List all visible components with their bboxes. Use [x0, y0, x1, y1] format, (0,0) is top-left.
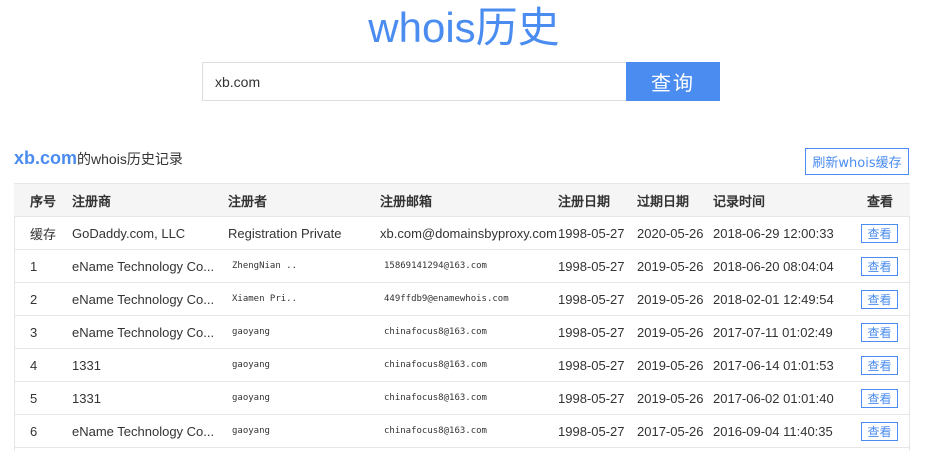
cell-reg-date: 1998-05-27	[558, 315, 637, 349]
cell-registrar: eName Technology Co...	[72, 249, 228, 283]
cell-reg-date: 1998-05-27	[558, 249, 637, 283]
cell-no: 缓存	[14, 216, 72, 250]
cell-record-time: 2017-06-14 01:01:53	[713, 348, 850, 382]
cell-registrar: 1331	[72, 381, 228, 415]
section-domain: xb.com	[14, 148, 78, 168]
cell-reg-date: 1998-05-27	[558, 381, 637, 415]
table-row: 2 eName Technology Co... Xiamen Pri.. 44…	[14, 282, 910, 316]
cell-record-time: 2016-09-04 11:40:35	[713, 414, 850, 448]
table-row: 缓存 GoDaddy.com, LLC Registration Private…	[14, 216, 910, 250]
cell-reg-date: 1998-05-27	[558, 282, 637, 316]
cell-exp-date: 2019-05-26	[637, 315, 713, 349]
cell-registrant[interactable]: ZhengNian ..	[228, 249, 380, 283]
cell-no: 3	[14, 315, 72, 349]
column-header-no: 序号	[14, 183, 72, 217]
table-row: 6 eName Technology Co... gaoyang chinafo…	[14, 414, 910, 448]
cell-registrant[interactable]: gaoyang	[228, 315, 380, 349]
column-header-email: 注册邮箱	[380, 183, 558, 217]
view-button[interactable]: 查看	[861, 421, 898, 441]
table-row: 1 eName Technology Co... ZhengNian .. 15…	[14, 249, 910, 283]
cell-registrar: eName Technology Co...	[72, 315, 228, 349]
cell-view: 查看	[850, 216, 910, 250]
whois-history-table: 序号 注册商 注册者 注册邮箱 注册日期 过期日期 记录时间 查看 缓存 GoD…	[14, 183, 910, 448]
cell-no: 6	[14, 414, 72, 448]
cell-registrar: 1331	[72, 348, 228, 382]
cell-registrant: Registration Private	[228, 216, 380, 250]
search-bar: 查询	[202, 62, 720, 101]
cell-registrant[interactable]: Xiamen Pri..	[228, 282, 380, 316]
cell-record-time: 2018-06-29 12:00:33	[713, 216, 850, 250]
cell-registrar: eName Technology Co...	[72, 282, 228, 316]
cell-record-time: 2017-06-02 01:01:40	[713, 381, 850, 415]
view-button[interactable]: 查看	[861, 388, 898, 408]
cell-exp-date: 2019-05-26	[637, 381, 713, 415]
cell-view: 查看	[850, 249, 910, 283]
section-suffix: 的whois历史记录	[77, 151, 183, 167]
cell-view: 查看	[850, 282, 910, 316]
cell-email[interactable]: chinafocus8@163.com	[380, 348, 558, 382]
cell-email[interactable]: chinafocus8@163.com	[380, 414, 558, 448]
cell-view: 查看	[850, 414, 910, 448]
cell-exp-date: 2019-05-26	[637, 348, 713, 382]
view-button[interactable]: 查看	[861, 355, 898, 375]
cell-exp-date: 2017-05-26	[637, 414, 713, 448]
table-row: 3 eName Technology Co... gaoyang chinafo…	[14, 315, 910, 349]
table-row: 5 1331 gaoyang chinafocus8@163.com 1998-…	[14, 381, 910, 415]
cell-reg-date: 1998-05-27	[558, 216, 637, 250]
page-title: whois历史	[368, 4, 560, 51]
cell-email[interactable]: chinafocus8@163.com	[380, 315, 558, 349]
column-header-exp-date: 过期日期	[637, 183, 713, 217]
search-input[interactable]	[202, 62, 627, 101]
cell-no: 2	[14, 282, 72, 316]
table-row: 4 1331 gaoyang chinafocus8@163.com 1998-…	[14, 348, 910, 382]
cell-registrant[interactable]: gaoyang	[228, 381, 380, 415]
cell-exp-date: 2020-05-26	[637, 216, 713, 250]
cell-no: 1	[14, 249, 72, 283]
cell-registrar: eName Technology Co...	[72, 414, 228, 448]
refresh-cache-button[interactable]: 刷新whois缓存	[805, 148, 909, 175]
column-header-record-time: 记录时间	[713, 183, 850, 217]
column-header-registrar: 注册商	[72, 183, 228, 217]
cell-no: 5	[14, 381, 72, 415]
cell-view: 查看	[850, 315, 910, 349]
cell-view: 查看	[850, 348, 910, 382]
cell-email[interactable]: 449ffdb9@enamewhois.com	[380, 282, 558, 316]
cell-email[interactable]: chinafocus8@163.com	[380, 381, 558, 415]
column-header-reg-date: 注册日期	[558, 183, 637, 217]
column-header-view: 查看	[850, 183, 910, 217]
search-button[interactable]: 查询	[626, 62, 720, 101]
table-header-row: 序号 注册商 注册者 注册邮箱 注册日期 过期日期 记录时间 查看	[14, 183, 910, 217]
cell-exp-date: 2019-05-26	[637, 282, 713, 316]
cell-registrant[interactable]: gaoyang	[228, 348, 380, 382]
cell-view: 查看	[850, 381, 910, 415]
cell-registrant[interactable]: gaoyang	[228, 414, 380, 448]
view-button[interactable]: 查看	[861, 322, 898, 342]
cell-exp-date: 2019-05-26	[637, 249, 713, 283]
cell-reg-date: 1998-05-27	[558, 414, 637, 448]
view-button[interactable]: 查看	[861, 289, 898, 309]
cell-record-time: 2018-02-01 12:49:54	[713, 282, 850, 316]
view-button[interactable]: 查看	[861, 256, 898, 276]
cell-no: 4	[14, 348, 72, 382]
cell-registrar: GoDaddy.com, LLC	[72, 216, 228, 250]
cell-email: xb.com@domainsbyproxy.com	[380, 216, 558, 250]
cell-email[interactable]: 15869141294@163.com	[380, 249, 558, 283]
section-heading: xb.com的whois历史记录	[14, 148, 183, 169]
column-header-registrant: 注册者	[228, 183, 380, 217]
cell-record-time: 2018-06-20 08:04:04	[713, 249, 850, 283]
view-button[interactable]: 查看	[861, 223, 898, 243]
cell-reg-date: 1998-05-27	[558, 348, 637, 382]
cell-record-time: 2017-07-11 01:02:49	[713, 315, 850, 349]
